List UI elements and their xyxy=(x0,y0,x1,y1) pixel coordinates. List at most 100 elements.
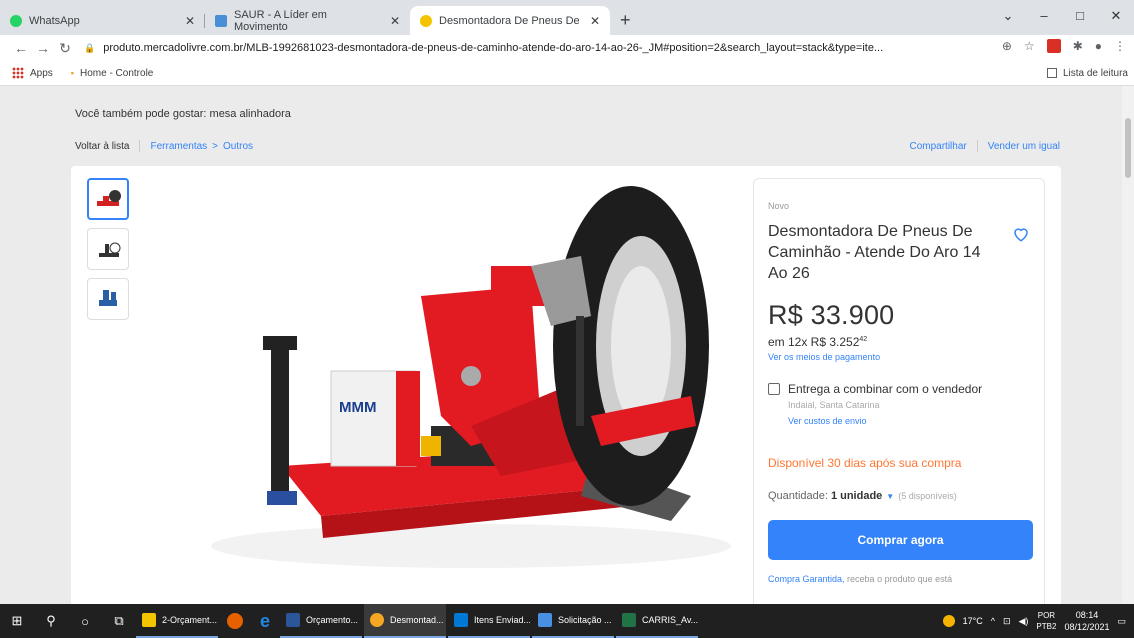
tab-desmontadora[interactable]: Desmontadora De Pneus De Car ✕ xyxy=(410,6,610,35)
word-icon xyxy=(286,613,300,627)
clock-time: 08:14 xyxy=(1075,610,1099,620)
taskbar-app-chrome[interactable]: Desmontad... xyxy=(364,604,446,638)
task-view-icon[interactable]: ⧉ xyxy=(102,604,136,638)
address-bar[interactable]: 🔒 produto.mercadolivre.com.br/MLB-199268… xyxy=(84,42,924,54)
product-card: MMM Novo Desmontadora De Pneus De Caminh… xyxy=(71,166,1061,604)
back-to-list-link[interactable]: Voltar à lista xyxy=(75,141,129,152)
menu-icon[interactable]: ⋮ xyxy=(1114,39,1126,53)
close-tab-icon[interactable]: ✕ xyxy=(582,14,600,28)
language-code: POR xyxy=(1037,611,1056,620)
sell-same-link[interactable]: Vender um igual xyxy=(988,141,1060,152)
tab-label: SAUR - A Líder em Movimento xyxy=(234,8,327,33)
heart-icon[interactable] xyxy=(1012,225,1030,243)
excel-icon xyxy=(622,613,636,627)
scrollbar[interactable] xyxy=(1122,86,1134,604)
toolbar-actions: ⊕ ☆ ✱ ● ⋮ xyxy=(1002,39,1126,53)
whatsapp-icon xyxy=(10,14,22,27)
system-tray: 17°C ^ ⊡ ◀) POR PTB2 08:14 08/12/2021 ▭ xyxy=(942,604,1134,638)
close-window-button[interactable]: ✕ xyxy=(1098,0,1134,32)
taskbar-app-label: Itens Enviad... xyxy=(474,615,530,625)
mail-icon xyxy=(538,613,552,627)
breadcrumb-outros[interactable]: Outros xyxy=(223,141,253,152)
search-icon[interactable]: ⚲ xyxy=(34,604,68,638)
buy-now-button[interactable]: Comprar agora xyxy=(768,520,1033,560)
tab-saur[interactable]: SAUR - A Líder em Movimento ✕ xyxy=(205,6,410,35)
stock-count: (5 disponíveis) xyxy=(898,491,957,501)
firefox-icon[interactable] xyxy=(220,604,250,638)
product-image[interactable]: MMM xyxy=(171,176,731,596)
weather-icon[interactable] xyxy=(942,615,955,627)
apps-grid-icon xyxy=(12,67,24,79)
language-indicator[interactable]: POR PTB2 xyxy=(1036,610,1056,632)
guarantee-description: receba o produto que está xyxy=(844,574,953,584)
taskbar-app-label: Solicitação ... xyxy=(558,615,612,625)
product-title: Desmontadora De Pneus De Caminhão - Aten… xyxy=(768,223,981,282)
chevron-down-icon: ▼ xyxy=(886,491,895,501)
taskbar-app-mail[interactable]: Solicitação ... xyxy=(532,604,614,638)
star-icon[interactable]: ☆ xyxy=(1024,39,1035,53)
cortana-icon[interactable]: ○ xyxy=(68,604,102,638)
forward-arrow-icon[interactable]: → xyxy=(32,40,54,56)
volume-icon[interactable]: ◀) xyxy=(1019,616,1029,627)
share-link[interactable]: Compartilhar xyxy=(909,141,966,152)
tire-changer-illustration: MMM xyxy=(211,186,731,568)
scrollbar-thumb[interactable] xyxy=(1125,118,1131,178)
outlook-icon xyxy=(454,613,468,627)
payment-methods-link[interactable]: Ver os meios de pagamento xyxy=(768,352,1030,362)
taskbar-app-excel[interactable]: CARRIS_Av... xyxy=(616,604,698,638)
also-like-text[interactable]: Você também pode gostar: mesa alinhadora xyxy=(75,108,291,120)
shipping-info: Entrega a combinar com o vendedor Indaia… xyxy=(768,382,1030,426)
quantity-selector[interactable]: Quantidade: 1 unidade ▼ (5 disponíveis) xyxy=(768,490,1030,502)
quantity-label: Quantidade: xyxy=(768,490,828,502)
tab-strip: WhatsApp ✕ SAUR - A Líder em Movimento ✕… xyxy=(0,0,1134,35)
profile-icon[interactable]: ● xyxy=(1095,39,1102,53)
network-icon[interactable]: ⊡ xyxy=(1003,616,1011,627)
bookmark-apps[interactable]: Apps xyxy=(30,68,53,79)
maximize-button[interactable]: □ xyxy=(1062,0,1098,32)
taskbar-app-1[interactable]: 2-Orçament... xyxy=(136,604,218,638)
svg-text:MMM: MMM xyxy=(339,399,377,416)
lock-icon: 🔒 xyxy=(84,42,96,53)
reading-list-button[interactable]: Lista de leitura xyxy=(1046,68,1128,79)
seller-location: Indaial, Santa Catarina xyxy=(788,400,880,410)
shipping-costs-link[interactable]: Ver custos de envio xyxy=(788,416,982,426)
back-arrow-icon[interactable]: ← xyxy=(10,40,32,56)
tab-label: WhatsApp xyxy=(29,14,80,27)
reading-list-icon xyxy=(1046,68,1057,78)
taskbar-app-outlook[interactable]: Itens Enviad... xyxy=(448,604,530,638)
thumbnail-3[interactable] xyxy=(87,278,129,320)
close-tab-icon[interactable]: ✕ xyxy=(382,14,400,28)
new-tab-button[interactable]: + xyxy=(610,6,641,35)
minimize-button[interactable]: – xyxy=(1026,0,1062,32)
reload-icon[interactable]: ↻ xyxy=(54,40,76,57)
delivery-icon xyxy=(768,383,780,395)
notifications-icon[interactable]: ▭ xyxy=(1117,616,1126,627)
guarantee-text: Compra Garantida, receba o produto que e… xyxy=(768,574,1030,584)
clock[interactable]: 08:14 08/12/2021 xyxy=(1064,609,1109,633)
guarantee-link[interactable]: Compra Garantida, xyxy=(768,574,845,584)
clock-date: 08/12/2021 xyxy=(1064,622,1110,632)
condition-label: Novo xyxy=(768,201,790,211)
windows-start-icon[interactable]: ⊞ xyxy=(0,604,34,638)
bookmarks-bar: Apps ▪ Home - Controle Lista de leitura xyxy=(0,61,1134,86)
close-tab-icon[interactable]: ✕ xyxy=(177,14,195,28)
edge-icon[interactable]: e xyxy=(250,604,280,638)
tab-search-icon[interactable]: ⌄ xyxy=(990,0,1026,32)
taskbar: ⊞ ⚲ ○ ⧉ 2-Orçament... e Orçamento... Des… xyxy=(0,604,1134,638)
pdf-extension-icon[interactable] xyxy=(1046,39,1061,53)
breadcrumb-separator: > xyxy=(212,140,219,152)
share-icon[interactable]: ⊕ xyxy=(1002,39,1012,53)
extensions-icon[interactable]: ✱ xyxy=(1073,39,1083,53)
taskbar-app-label: Desmontad... xyxy=(390,615,444,625)
thumbnail-2[interactable] xyxy=(87,228,129,270)
shipping-text: Entrega a combinar com o vendedor xyxy=(788,382,983,396)
temperature[interactable]: 17°C xyxy=(963,616,983,626)
thumbnail-1[interactable] xyxy=(87,178,129,220)
buy-box: Novo Desmontadora De Pneus De Caminhão -… xyxy=(753,178,1045,604)
breadcrumb-ferramentas[interactable]: Ferramentas xyxy=(150,141,207,152)
installments-cents: 42 xyxy=(859,336,868,343)
taskbar-app-word[interactable]: Orçamento... xyxy=(280,604,362,638)
bookmark-home[interactable]: ▪ Home - Controle xyxy=(71,68,154,79)
tab-whatsapp[interactable]: WhatsApp ✕ xyxy=(0,6,205,35)
chevron-up-icon[interactable]: ^ xyxy=(991,616,995,626)
